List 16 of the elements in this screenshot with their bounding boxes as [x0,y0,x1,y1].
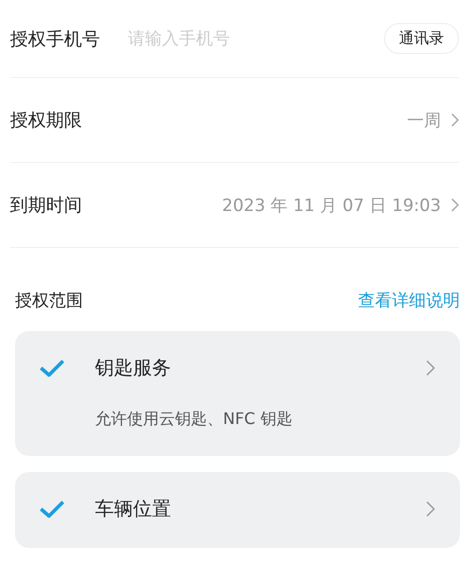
scope-card[interactable]: 车辆位置 [15,472,460,548]
contacts-button[interactable]: 通讯录 [384,23,459,54]
row-label: 授权期限 [10,109,82,132]
scope-name: 车辆位置 [95,497,172,522]
phone-label: 授权手机号 [10,28,100,50]
chevron-right-icon[interactable] [426,501,436,517]
chevron-right-icon[interactable] [451,198,459,212]
scope-description: 允许使用云钥匙、NFC 钥匙 [95,409,294,430]
chevron-right-icon[interactable] [451,113,459,127]
chevron-right-icon[interactable] [426,360,436,376]
scope-card[interactable]: 钥匙服务 允许使用云钥匙、NFC 钥匙 [15,331,460,456]
check-icon[interactable] [39,499,65,519]
check-icon[interactable] [39,358,65,378]
row-label: 到期时间 [10,194,82,217]
scope-name: 钥匙服务 [95,356,172,381]
section-title: 授权范围 [15,290,83,312]
